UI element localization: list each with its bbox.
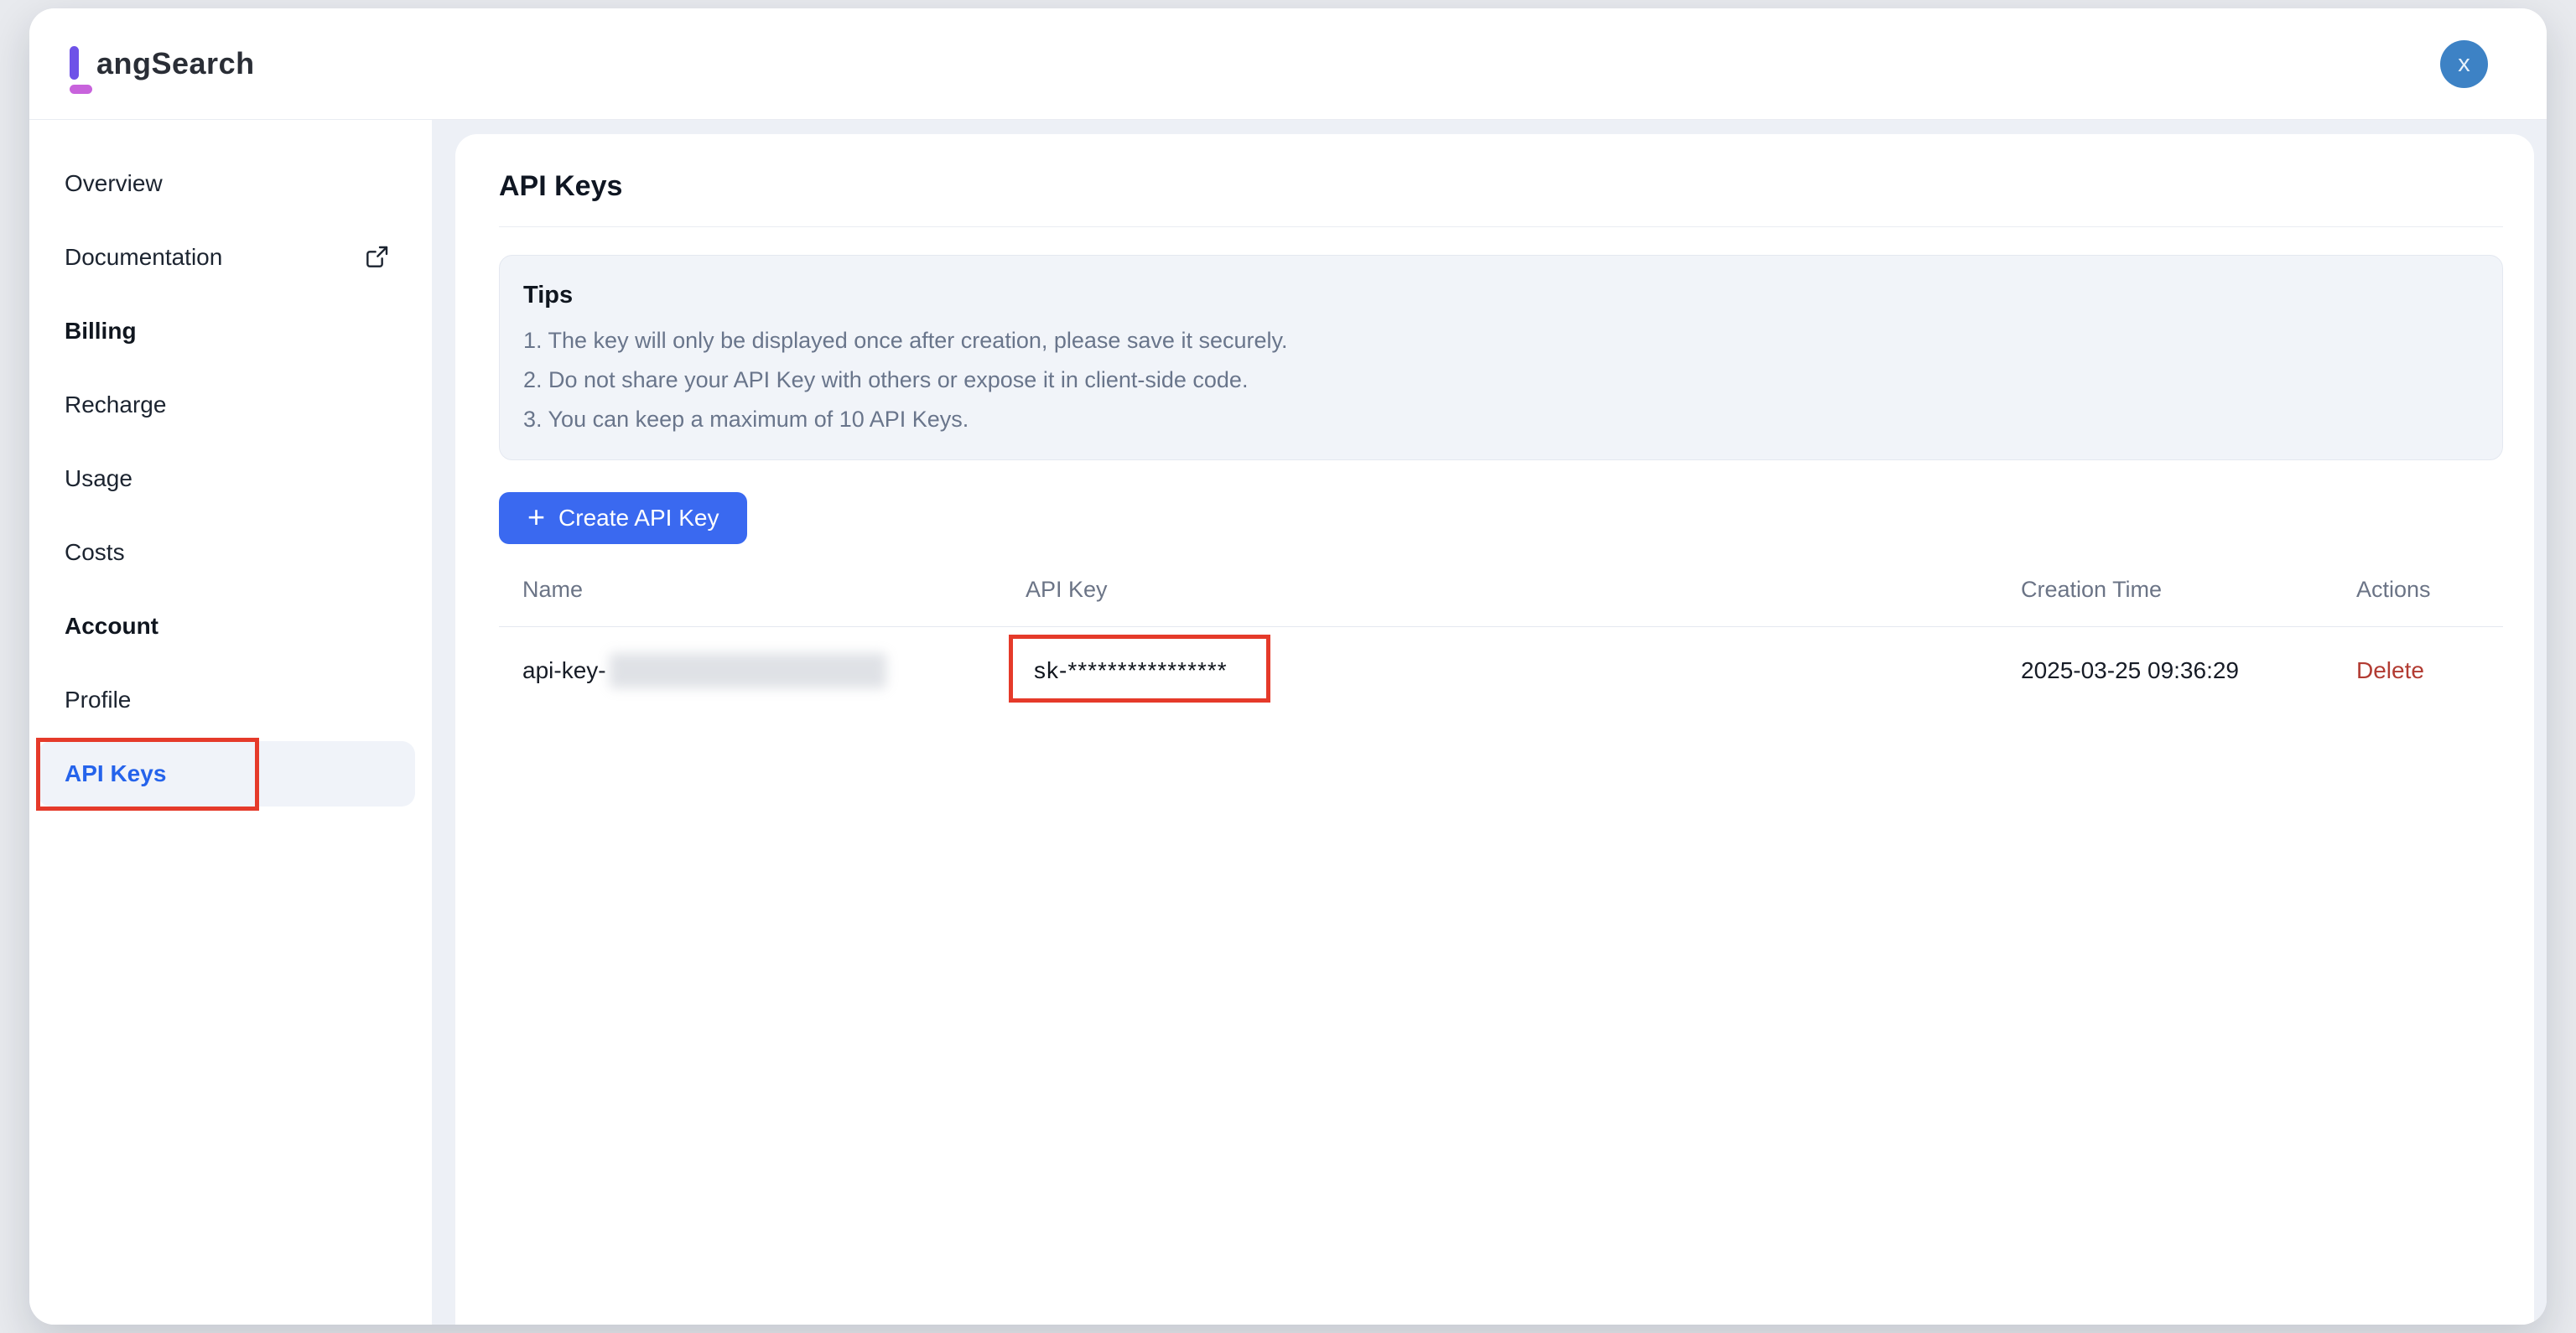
- sidebar-item-label: Costs: [65, 539, 125, 566]
- body-row: Overview Documentation Billing Recharge: [29, 120, 2547, 1325]
- tip-line: 1. The key will only be displayed once a…: [523, 321, 2477, 360]
- sidebar-item-costs[interactable]: Costs: [29, 516, 432, 589]
- column-header-actions: Actions: [2356, 554, 2503, 626]
- table-header-row: Name API Key Creation Time Actions: [499, 554, 2503, 626]
- tip-line: 3. You can keep a maximum of 10 API Keys…: [523, 400, 2477, 439]
- sidebar-item-label: Overview: [65, 170, 163, 197]
- masked-api-key: sk-****************: [1026, 657, 1228, 683]
- redacted-name-blur: [610, 653, 886, 688]
- create-api-key-button[interactable]: + Create API Key: [499, 492, 747, 544]
- sidebar-item-label: Documentation: [65, 244, 222, 271]
- sidebar-section-label: Account: [65, 613, 158, 640]
- sidebar-item-label: Profile: [65, 687, 131, 713]
- create-api-key-label: Create API Key: [558, 505, 719, 532]
- sidebar-section-billing: Billing: [29, 294, 432, 368]
- column-header-creation-time: Creation Time: [2021, 554, 2356, 626]
- column-header-name: Name: [499, 554, 1026, 626]
- key-name-cell: api-key-: [522, 653, 1026, 688]
- delete-key-button[interactable]: Delete: [2356, 657, 2424, 683]
- sidebar-item-profile[interactable]: Profile: [29, 663, 432, 737]
- page-title: API Keys: [499, 169, 2503, 227]
- sidebar-item-usage[interactable]: Usage: [29, 442, 432, 516]
- logo-text: angSearch: [96, 46, 255, 81]
- langsearch-logo: angSearch: [63, 39, 255, 88]
- tips-box: Tips 1. The key will only be displayed o…: [499, 255, 2503, 460]
- sidebar-section-label: Billing: [65, 318, 137, 345]
- user-avatar[interactable]: x: [2440, 40, 2488, 88]
- key-name-prefix: api-key-: [522, 657, 606, 684]
- sidebar-section-account: Account: [29, 589, 432, 663]
- sidebar-item-label: Recharge: [65, 392, 166, 418]
- sidebar-item-api-keys[interactable]: API Keys: [38, 741, 415, 807]
- sidebar-item-label: API Keys: [65, 760, 166, 787]
- creation-time-cell: 2025-03-25 09:36:29: [2021, 626, 2356, 714]
- top-header: angSearch x: [29, 8, 2547, 120]
- tips-title: Tips: [523, 281, 2477, 309]
- sidebar-item-recharge[interactable]: Recharge: [29, 368, 432, 442]
- logo-l-mark-icon: [63, 39, 98, 88]
- table-row: api-key- sk-**************** 2025-03-25 …: [499, 626, 2503, 714]
- api-keys-panel: API Keys Tips 1. The key will only be di…: [455, 134, 2534, 1325]
- main-wrap: API Keys Tips 1. The key will only be di…: [432, 120, 2547, 1325]
- sidebar-item-documentation[interactable]: Documentation: [29, 220, 432, 294]
- column-header-api-key: API Key: [1026, 554, 2021, 626]
- sidebar-item-overview[interactable]: Overview: [29, 147, 432, 220]
- api-keys-table: Name API Key Creation Time Actions api-k…: [499, 554, 2503, 714]
- tip-line: 2. Do not share your API Key with others…: [523, 360, 2477, 400]
- external-link-icon: [363, 244, 390, 271]
- sidebar-item-label: Usage: [65, 465, 132, 492]
- sidebar: Overview Documentation Billing Recharge: [29, 120, 432, 1325]
- app-window: angSearch x Overview Documentation: [29, 8, 2547, 1325]
- plus-icon: +: [527, 502, 545, 532]
